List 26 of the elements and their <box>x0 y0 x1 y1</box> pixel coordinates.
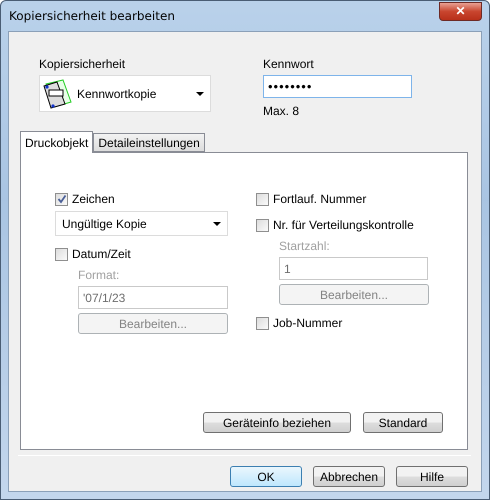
close-button[interactable]: ✕ <box>439 2 482 20</box>
tab[interactable]: Detaileinstellungen <box>93 133 205 152</box>
checkbox-label[interactable]: Zeichen <box>72 192 115 206</box>
dialog-button[interactable]: OK <box>230 466 302 487</box>
hint-text: Max. 8 <box>263 104 300 118</box>
field-label: Format: <box>78 268 120 282</box>
panel-button[interactable]: Standard <box>363 412 443 433</box>
field-label: Kennwort <box>263 57 315 71</box>
dropdown[interactable]: Kennwortkopie <box>39 75 211 112</box>
field-label: Startzahl: <box>279 239 331 253</box>
checkbox-label[interactable]: Job-Nummer <box>273 316 342 330</box>
window-title: Kopiersicherheit bearbeiten <box>9 9 175 23</box>
checkbox[interactable] <box>256 316 269 330</box>
dropdown-arrow-icon <box>213 222 221 226</box>
dialog-button[interactable]: Hilfe <box>396 466 468 487</box>
password-field[interactable]: •••••••• <box>263 75 412 98</box>
panel-button[interactable]: Geräteinfo beziehen <box>203 412 351 433</box>
checkbox-label[interactable]: Fortlauf. Nummer <box>273 192 366 206</box>
dialog-button[interactable]: Abbrechen <box>313 466 385 487</box>
document-copy-icon <box>43 78 73 108</box>
dropdown-arrow-icon <box>196 92 204 96</box>
tab[interactable]: Druckobjekt <box>20 131 94 153</box>
field-label: Kopiersicherheit <box>39 57 126 71</box>
dropdown[interactable]: Ungültige Kopie <box>55 211 228 236</box>
checkbox[interactable] <box>256 192 269 206</box>
checkbox[interactable] <box>55 192 68 206</box>
